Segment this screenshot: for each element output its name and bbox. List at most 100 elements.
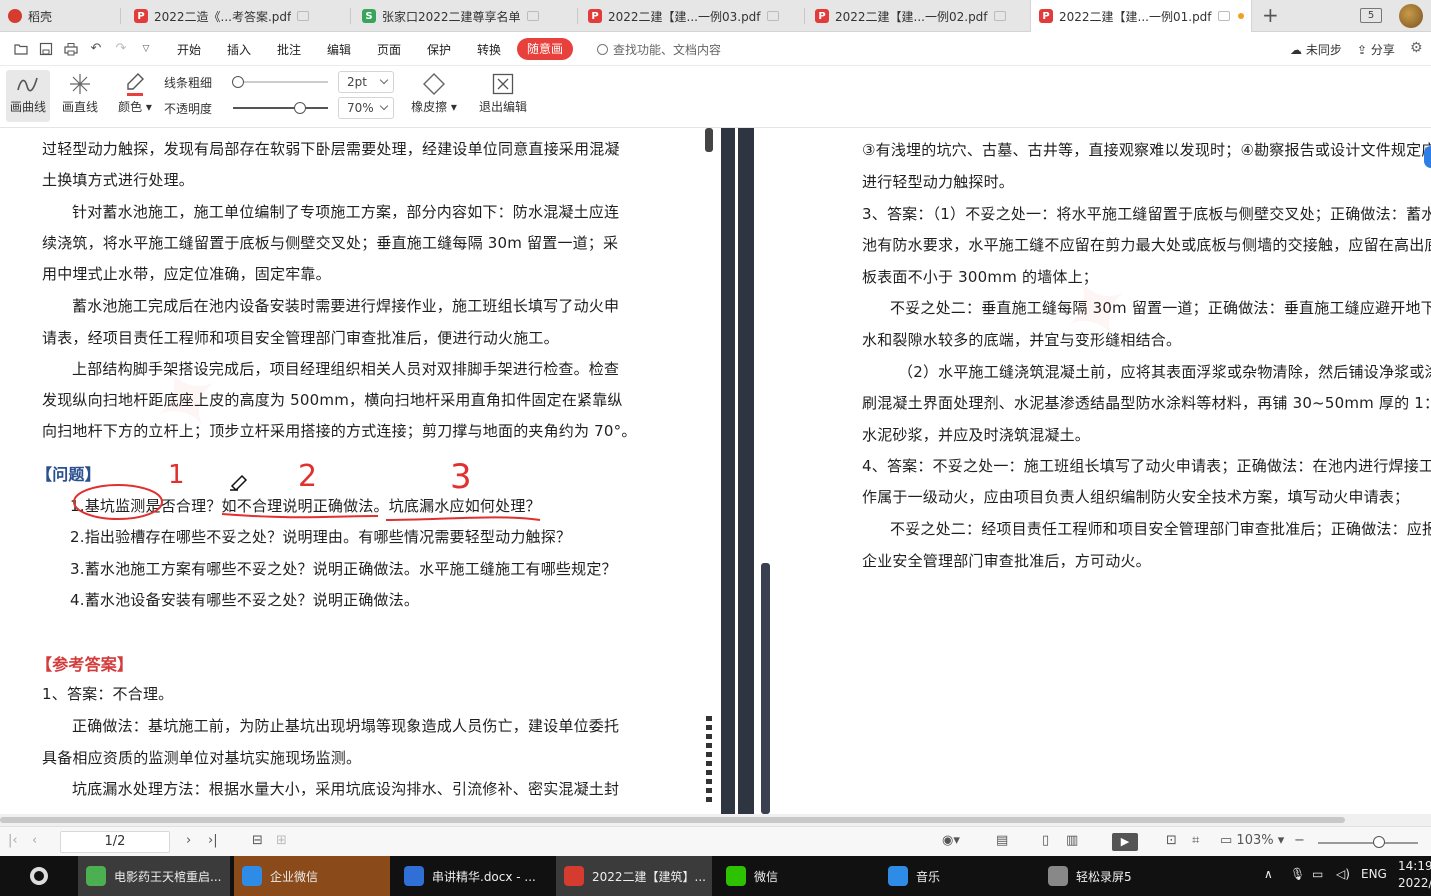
next-page-icon[interactable]: ›: [186, 833, 191, 848]
opacity-select[interactable]: 70%: [338, 97, 394, 119]
scroll-thumb[interactable]: [761, 563, 770, 814]
eraser-button[interactable]: 橡皮擦 ▾: [408, 70, 460, 115]
share-button[interactable]: ⇪ 分享: [1357, 41, 1395, 58]
prev-page-icon[interactable]: ‹: [32, 833, 37, 848]
avatar[interactable]: [1399, 4, 1423, 28]
ink-mark-1[interactable]: 1: [168, 460, 185, 490]
text-line: 池有防水要求，水平施工缝不应留在剪力最大处或底板与侧墙的交接触，应留在高出底: [862, 236, 1431, 254]
taskbar-item[interactable]: 2022二建【建筑】...: [556, 856, 712, 896]
taskbar-item[interactable]: 串讲精华.docx - ...: [396, 856, 548, 896]
menu-annotate[interactable]: 批注: [277, 41, 301, 58]
ink-annotations[interactable]: 1 2 3: [0, 128, 718, 814]
text-line: 不妥之处二：垂直施工缝每隔 30m 留置一道；正确做法：垂直施工缝应避开地下: [890, 299, 1431, 317]
ink-mark-2[interactable]: 2: [298, 459, 317, 494]
menu-edit[interactable]: 编辑: [327, 41, 351, 58]
sync-button[interactable]: ☁ 未同步: [1290, 41, 1342, 58]
zoom-out-icon[interactable]: −: [1294, 833, 1305, 848]
eye-protect-icon[interactable]: ◉▾: [942, 833, 960, 848]
forward-nav-icon[interactable]: ⊞: [276, 833, 287, 848]
dropdown-chevron-icon[interactable]: ▽: [139, 42, 153, 56]
draw-curve-button[interactable]: 画曲线: [6, 70, 50, 122]
first-page-icon[interactable]: |‹: [8, 833, 18, 848]
question-item: 3.蓄水池施工方案有哪些不妥之处？说明正确做法。水平施工缝施工有哪些规定？: [70, 560, 617, 578]
color-picker-button[interactable]: 颜色 ▾: [114, 70, 156, 115]
tab-doc-4[interactable]: P 2022二建【建...一例02.pdf: [807, 0, 1025, 32]
save-icon[interactable]: [39, 42, 53, 56]
app-window: 稻壳 P 2022二造《...考答案.pdf S 张家口2022二建尊享名单 P…: [0, 0, 1431, 896]
settings-gear-icon[interactable]: ⚙: [1410, 40, 1423, 56]
clock-time[interactable]: 14:19: [1398, 859, 1431, 873]
redo-icon[interactable]: ↷: [114, 42, 128, 56]
menu-protect[interactable]: 保护: [427, 41, 451, 58]
menu-page[interactable]: 页面: [377, 41, 401, 58]
tab-close-icon[interactable]: [1217, 11, 1230, 21]
print-icon[interactable]: [64, 42, 78, 56]
line-width-slider[interactable]: [231, 76, 328, 88]
clock-date[interactable]: 2022/: [1398, 876, 1431, 890]
tab-close-icon[interactable]: [766, 11, 779, 21]
taskbar-item[interactable]: 电影药王天棺重启...: [78, 856, 230, 896]
drag-handle-icon[interactable]: [706, 716, 712, 806]
vertical-scrollbar[interactable]: [721, 128, 735, 814]
menu-freehand-draw[interactable]: 随意画: [517, 38, 573, 60]
tab-doc-1[interactable]: P 2022二造《...考答案.pdf: [126, 0, 342, 32]
text-line: 土换填方式进行处理。: [42, 171, 195, 189]
tab-count-badge[interactable]: 5: [1360, 8, 1382, 23]
tray-chevron-up-icon[interactable]: ∧: [1264, 867, 1273, 881]
page-number-input[interactable]: 1/2: [60, 831, 170, 853]
floating-assistant-icon[interactable]: [1424, 146, 1431, 168]
start-icon[interactable]: [0, 856, 74, 896]
taskbar-item[interactable]: 企业微信: [234, 856, 390, 896]
line-width-select[interactable]: 2pt: [338, 71, 394, 93]
two-page-icon[interactable]: ▥: [1066, 833, 1078, 848]
taskbar-item[interactable]: 微信: [718, 856, 868, 896]
mic-icon[interactable]: 🎙: [1290, 867, 1305, 881]
tab-doc-2[interactable]: S 张家口2022二建尊享名单: [354, 0, 568, 32]
tab-close-icon[interactable]: [993, 11, 1006, 21]
scroll-thumb[interactable]: [0, 817, 1345, 823]
zoom-control[interactable]: ▭ 103% ▾: [1220, 833, 1284, 848]
exit-edit-button[interactable]: 退出编辑: [476, 70, 530, 115]
tab-close-icon[interactable]: [297, 11, 310, 21]
draw-line-button[interactable]: 画直线: [58, 70, 102, 115]
volume-icon[interactable]: ◁): [1336, 867, 1350, 881]
tab-docer[interactable]: 稻壳: [0, 0, 110, 32]
vertical-scrollbar[interactable]: [738, 128, 754, 814]
back-nav-icon[interactable]: ⊟: [252, 833, 263, 848]
undo-icon[interactable]: ↶: [89, 42, 103, 56]
new-tab-plus-icon[interactable]: +: [1262, 3, 1279, 27]
opacity-slider[interactable]: [233, 102, 328, 114]
taskbar-item[interactable]: 音乐: [880, 856, 1030, 896]
zoom-slider[interactable]: [1318, 836, 1418, 848]
scroll-thumb[interactable]: [705, 128, 713, 152]
menu-insert[interactable]: 插入: [227, 41, 251, 58]
ink-underline[interactable]: [385, 516, 541, 521]
play-icon[interactable]: ▶: [1112, 833, 1138, 851]
question-item: 4.蓄水池设备安装有哪些不妥之处？说明正确做法。: [70, 591, 420, 609]
tab-doc-3[interactable]: P 2022二建【建...一例03.pdf: [580, 0, 798, 32]
network-icon[interactable]: ▭: [1312, 867, 1323, 881]
tab-close-icon[interactable]: [526, 11, 539, 21]
slider-handle[interactable]: [293, 102, 306, 114]
slider-handle[interactable]: [1373, 836, 1385, 848]
line-sparkle-icon: [58, 70, 102, 98]
text-line: ③有浅埋的坑穴、古墓、古井等，直接观察难以发现时；④勘察报告或设计文件规定应: [862, 141, 1431, 159]
menu-start[interactable]: 开始: [177, 41, 201, 58]
tab-separator: [804, 8, 805, 24]
search-input[interactable]: 查找功能、文档内容: [597, 41, 721, 58]
text-line: 上部结构脚手架搭设完成后，项目经理组织相关人员对双排脚手架进行检查。检查: [72, 360, 620, 378]
document-view[interactable]: ✦ 过轻型动力触探，发现有局部存在软弱下卧层需要处理，经建设单位同意直接采用混凝…: [0, 128, 1431, 814]
taskbar-item[interactable]: 轻松录屏5: [1040, 856, 1190, 896]
actual-size-icon[interactable]: ⊡: [1166, 833, 1177, 848]
horizontal-scrollbar[interactable]: [0, 814, 1431, 826]
tab-doc-5-active[interactable]: P 2022二建【建...一例01.pdf: [1030, 0, 1252, 32]
page-view-icon[interactable]: ▯: [1042, 833, 1049, 848]
open-folder-icon[interactable]: [14, 42, 28, 56]
ink-mark-3[interactable]: 3: [450, 457, 472, 497]
last-page-icon[interactable]: ›|: [208, 833, 218, 848]
slider-handle[interactable]: [231, 76, 244, 88]
fit-page-icon[interactable]: ⌗: [1192, 833, 1199, 848]
menu-convert[interactable]: 转换: [477, 41, 501, 58]
single-page-icon[interactable]: ▤: [996, 833, 1008, 848]
language-indicator[interactable]: ENG: [1361, 867, 1387, 881]
